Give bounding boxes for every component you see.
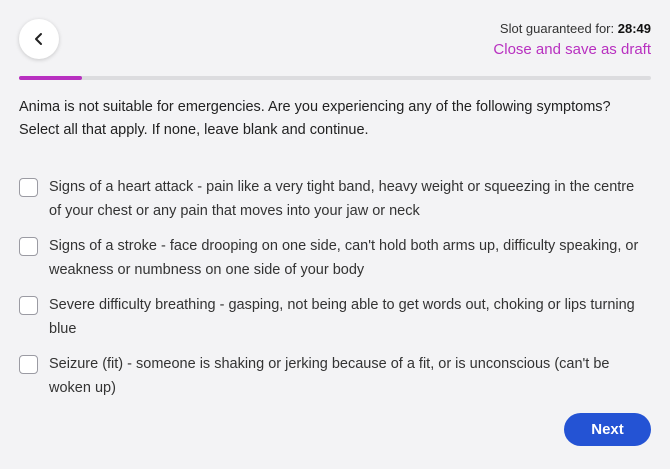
breathing-checkbox[interactable] (19, 296, 38, 315)
seizure-checkbox[interactable] (19, 355, 38, 374)
progress-bar-fill (19, 76, 83, 80)
close-and-save-draft-link[interactable]: Close and save as draft (493, 41, 651, 58)
stroke-checkbox[interactable] (19, 237, 38, 256)
symptom-option-heart-attack[interactable]: Signs of a heart attack - pain like a ve… (19, 175, 649, 223)
back-button[interactable] (19, 19, 59, 59)
question-line-1: Anima is not suitable for emergencies. A… (19, 99, 611, 115)
progress-bar (19, 76, 651, 80)
symptom-option-label: Signs of a heart attack - pain like a ve… (49, 179, 635, 219)
timer-value: 28:49 (617, 21, 651, 36)
symptom-option-label: Seizure (fit) - someone is shaking or je… (49, 356, 610, 396)
chevron-left-icon (32, 32, 46, 46)
next-button[interactable]: Next (564, 413, 651, 446)
symptom-option-label: Severe difficulty breathing - gasping, n… (49, 297, 635, 337)
symptom-option-seizure[interactable]: Seizure (fit) - someone is shaking or je… (19, 352, 649, 400)
question-line-2: Select all that apply. If none, leave bl… (19, 122, 369, 138)
symptom-options-list: Signs of a heart attack - pain like a ve… (19, 175, 649, 411)
heart-attack-checkbox[interactable] (19, 178, 38, 197)
symptom-option-breathing[interactable]: Severe difficulty breathing - gasping, n… (19, 293, 649, 341)
timer-label: Slot guaranteed for: (499, 21, 615, 36)
symptom-option-stroke[interactable]: Signs of a stroke - face drooping on one… (19, 234, 649, 282)
question-text: Anima is not suitable for emergencies. A… (19, 96, 659, 142)
symptom-option-label: Signs of a stroke - face drooping on one… (49, 238, 639, 278)
slot-timer: Slot guaranteed for: 28:49 (500, 21, 651, 36)
